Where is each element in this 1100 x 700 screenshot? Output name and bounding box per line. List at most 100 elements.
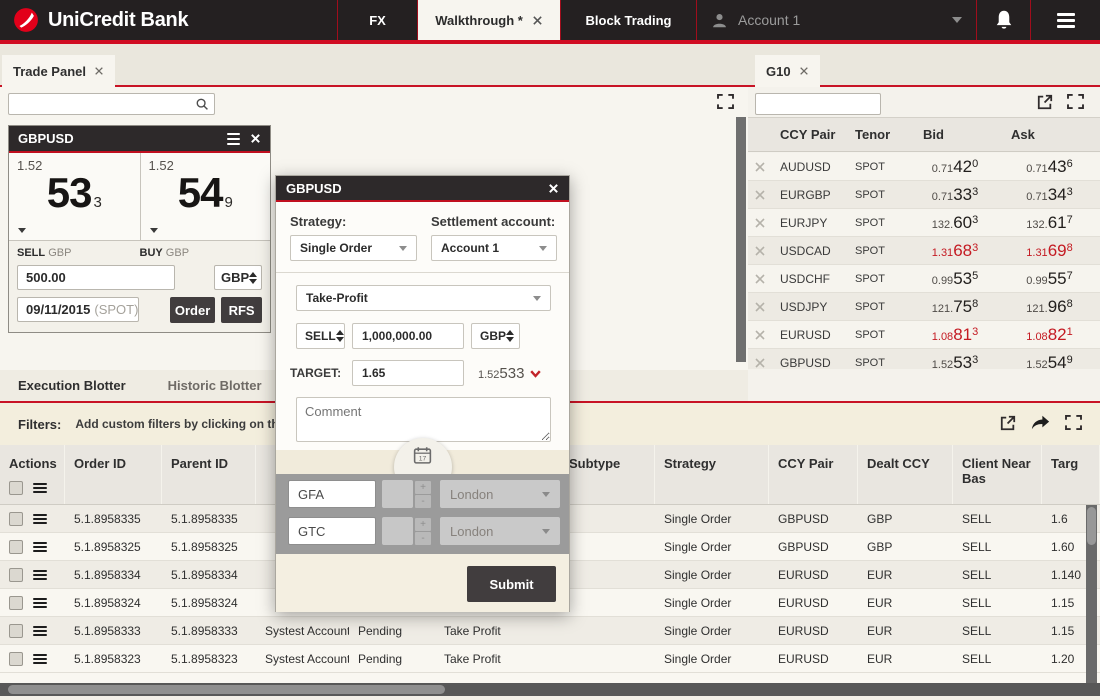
tab-execution-blotter[interactable]: Execution Blotter (18, 378, 126, 393)
menu-button[interactable] (1030, 0, 1100, 40)
scrollbar-thumb[interactable] (8, 685, 445, 694)
widget-close-icon[interactable] (250, 133, 261, 144)
order-button[interactable]: Order (170, 297, 216, 323)
row-checkbox[interactable] (9, 567, 23, 582)
ask-quote[interactable]: 0.71436 (999, 157, 1100, 177)
popout-icon[interactable] (1037, 94, 1053, 110)
rate-row[interactable]: USDCHF SPOT 0.99535 0.99557 (748, 265, 1100, 293)
col-subtype[interactable]: Subtype (560, 445, 655, 504)
row-checkbox[interactable] (9, 595, 23, 610)
row-checkbox[interactable] (9, 539, 23, 554)
amount-input[interactable]: 500.00 (17, 265, 175, 290)
bid-quote[interactable]: 0.71420 (911, 157, 999, 177)
close-icon[interactable] (799, 66, 809, 76)
rate-row[interactable]: EURJPY SPOT 132.603 132.617 (748, 209, 1100, 237)
scrollbar-thumb[interactable] (1087, 507, 1096, 545)
remove-row-icon[interactable] (748, 329, 771, 341)
rate-row[interactable]: EURGBP SPOT 0.71333 0.71343 (748, 181, 1100, 209)
row-checkbox[interactable] (9, 651, 23, 666)
row-checkbox[interactable] (9, 623, 23, 638)
decrement-button[interactable]: - (415, 531, 431, 545)
remove-row-icon[interactable] (748, 357, 771, 369)
row-menu-icon[interactable] (33, 541, 47, 552)
table-row[interactable]: 5.1.89583235.1.8958323 Systest Account 1… (0, 645, 1100, 673)
col-client-near-base[interactable]: Client Near Bas (953, 445, 1042, 504)
ask-quote[interactable]: 0.71343 (999, 185, 1100, 205)
tab-block-trading[interactable]: Block Trading (560, 0, 696, 40)
rate-row[interactable]: AUDUSD SPOT 0.71420 0.71436 (748, 153, 1100, 181)
rates-search[interactable] (755, 93, 916, 115)
col-bid[interactable]: Bid (911, 127, 999, 142)
tab-g10[interactable]: G10 (755, 55, 820, 87)
ask-quote[interactable]: 0.99557 (999, 269, 1100, 289)
ask-quote[interactable]: 1.52549 (999, 353, 1100, 370)
bid-quote[interactable]: 1.52533 (911, 353, 999, 370)
instrument-search[interactable] (8, 93, 215, 115)
col-ask[interactable]: Ask (999, 127, 1100, 142)
row-menu-icon[interactable] (33, 625, 47, 636)
col-tenor[interactable]: Tenor (846, 127, 911, 142)
settlement-date-input[interactable]: 09/11/2015 (SPOT) (17, 297, 139, 322)
widget-menu-icon[interactable] (227, 132, 240, 145)
remove-row-icon[interactable] (748, 161, 771, 173)
settlement-account-select[interactable]: Account 1 (431, 235, 557, 261)
tab-fx[interactable]: FX (337, 0, 417, 40)
maximize-icon[interactable] (717, 94, 734, 109)
actions-menu-icon[interactable] (33, 483, 47, 493)
rates-search-input[interactable] (761, 97, 916, 111)
bid-quote[interactable]: 132.603 (911, 213, 999, 233)
ask-quote[interactable]: 132.617 (999, 213, 1100, 233)
close-icon[interactable] (94, 66, 104, 76)
close-icon[interactable] (532, 15, 543, 26)
remove-row-icon[interactable] (748, 189, 771, 201)
blotter-horizontal-scrollbar[interactable] (0, 683, 1100, 696)
expiry-type-input[interactable]: GTC (288, 517, 376, 545)
remove-row-icon[interactable] (748, 217, 771, 229)
strategy-select[interactable]: Single Order (290, 235, 417, 261)
location-select[interactable]: London (440, 517, 560, 545)
account-selector[interactable]: Account 1 (696, 0, 976, 40)
trade-panel-scrollbar[interactable] (736, 117, 746, 362)
bid-price-button[interactable]: 1.52 53 3 (9, 153, 140, 240)
order-amount-input[interactable]: 1,000,000.00 (352, 323, 464, 349)
order-ccy-selector[interactable]: GBP (471, 323, 520, 349)
maximize-icon[interactable] (1067, 94, 1084, 110)
col-ccy-pair[interactable]: CCY Pair (771, 127, 846, 142)
forward-icon[interactable] (1031, 415, 1050, 431)
col-strategy[interactable]: Strategy (655, 445, 769, 504)
rfs-button[interactable]: RFS (221, 297, 262, 323)
rate-row[interactable]: USDJPY SPOT 121.758 121.968 (748, 293, 1100, 321)
modal-header[interactable]: GBPUSD (276, 176, 569, 202)
bid-quote[interactable]: 1.08813 (911, 325, 999, 345)
bid-quote[interactable]: 1.31683 (911, 241, 999, 261)
expiry-type-input[interactable]: GFA (288, 480, 376, 508)
side-selector[interactable]: SELL (296, 323, 345, 349)
row-menu-icon[interactable] (33, 513, 47, 524)
col-order-id[interactable]: Order ID (65, 445, 162, 504)
tab-historic-blotter[interactable]: Historic Blotter (168, 378, 262, 393)
rate-row[interactable]: GBPUSD SPOT 1.52533 1.52549 (748, 349, 1100, 369)
currency-selector[interactable]: GBP (214, 265, 262, 290)
increment-button[interactable]: + (415, 480, 431, 494)
row-checkbox[interactable] (9, 511, 23, 526)
increment-button[interactable]: + (415, 517, 431, 531)
table-row[interactable]: 5.1.89583335.1.8958333 Systest Account 1… (0, 617, 1100, 645)
remove-row-icon[interactable] (748, 301, 771, 313)
target-input[interactable]: 1.65 (352, 360, 464, 386)
bid-quote[interactable]: 121.758 (911, 297, 999, 317)
remove-row-icon[interactable] (748, 245, 771, 257)
row-menu-icon[interactable] (33, 569, 47, 580)
row-menu-icon[interactable] (33, 653, 47, 664)
search-input[interactable] (14, 97, 195, 111)
ask-quote[interactable]: 1.08821 (999, 325, 1100, 345)
submit-button[interactable]: Submit (467, 566, 556, 602)
popout-icon[interactable] (1000, 415, 1016, 431)
col-dealt-ccy[interactable]: Dealt CCY (858, 445, 953, 504)
location-select[interactable]: London (440, 480, 560, 508)
tab-trade-panel[interactable]: Trade Panel (2, 55, 115, 87)
ask-price-button[interactable]: 1.52 54 9 (139, 153, 271, 240)
row-menu-icon[interactable] (33, 597, 47, 608)
ask-quote[interactable]: 1.31698 (999, 241, 1100, 261)
select-all-checkbox[interactable] (9, 481, 23, 495)
col-ccy-pair[interactable]: CCY Pair (769, 445, 858, 504)
